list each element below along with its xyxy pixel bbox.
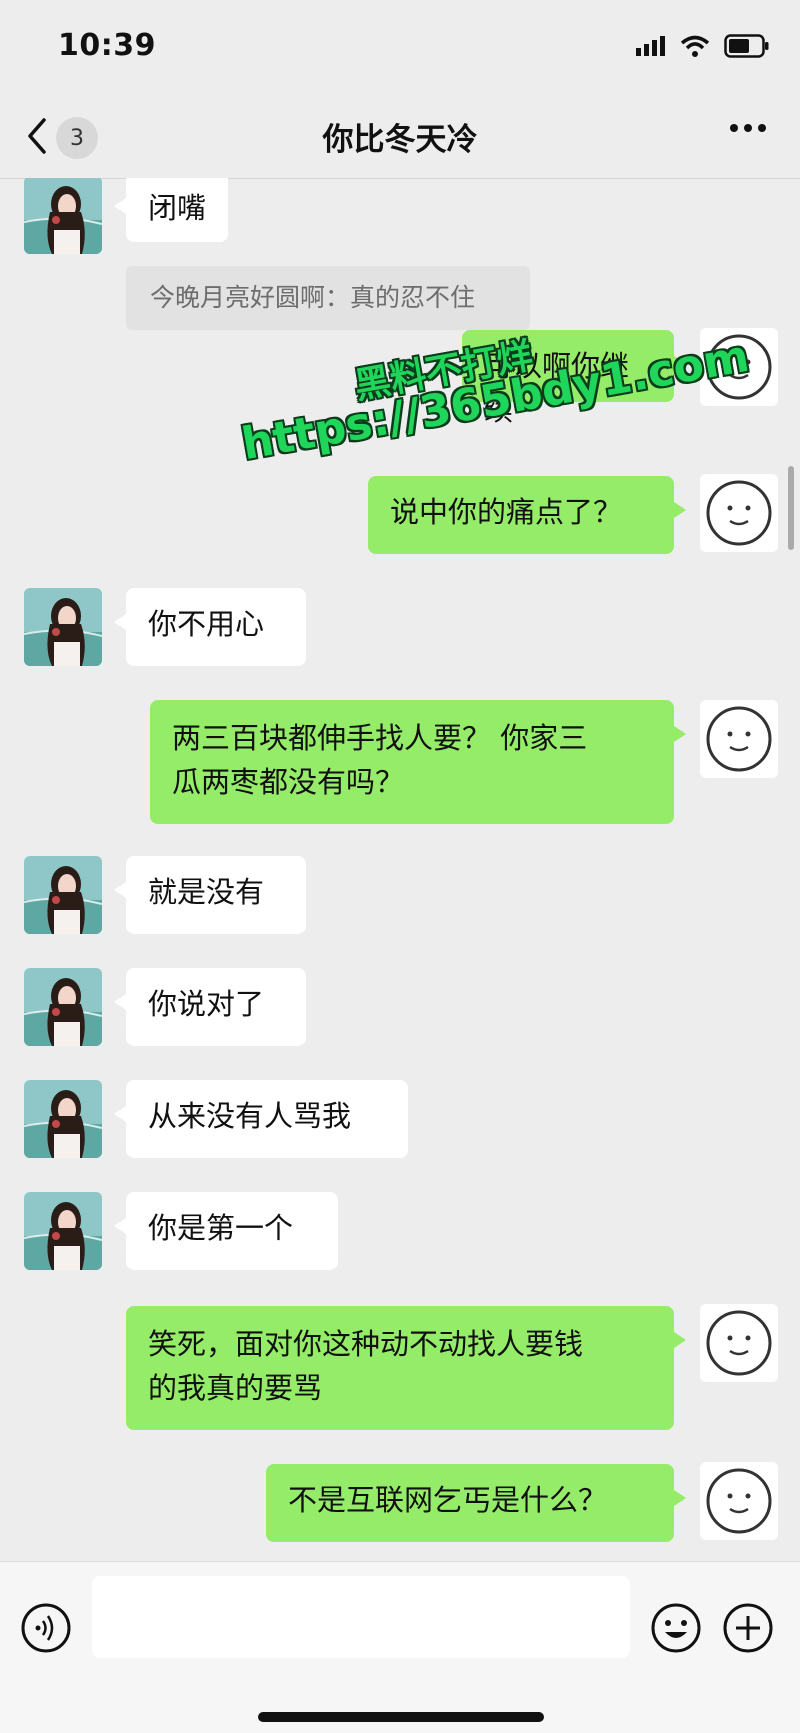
- avatar-her[interactable]: [24, 856, 102, 934]
- more-button[interactable]: [728, 120, 768, 140]
- avatar-her[interactable]: [24, 178, 102, 254]
- voice-button[interactable]: [20, 1602, 72, 1658]
- message-text-line: 笑死，面对你这种动不动找人要钱: [148, 1327, 584, 1361]
- message-text: 闭嘴: [148, 191, 207, 225]
- emoji-icon: [650, 1603, 702, 1658]
- input-bar: [0, 1561, 800, 1733]
- avatar-her[interactable]: [24, 1192, 102, 1270]
- avatar-me[interactable]: [700, 1304, 778, 1382]
- avatar-me[interactable]: [700, 700, 778, 778]
- more-icon: [728, 121, 768, 140]
- message-text: 你是第一个: [148, 1211, 294, 1245]
- plus-button[interactable]: [722, 1602, 774, 1658]
- message-bubble-in[interactable]: 从来没有人骂我: [114, 1080, 408, 1158]
- message-input[interactable]: [92, 1576, 630, 1658]
- voice-icon: [20, 1603, 72, 1658]
- message-bubble-in[interactable]: 闭嘴: [113, 178, 229, 242]
- message-bubble-out[interactable]: 两三百块都伸手找人要？ 你家三 瓜两枣都没有吗？: [150, 700, 686, 824]
- avatar-her[interactable]: [24, 1080, 102, 1158]
- chat-title: 你比冬天冷: [322, 122, 478, 158]
- message-bubble-in[interactable]: 你说对了: [114, 968, 306, 1046]
- message-text-line: 两三百块都伸手找人要？ 你家三: [172, 721, 588, 755]
- avatar-her[interactable]: [24, 968, 102, 1046]
- chat-header: 3 你比冬天冷: [0, 100, 800, 179]
- avatar-me[interactable]: [700, 474, 778, 552]
- message-text-line: 的我真的要骂: [148, 1371, 323, 1405]
- status-icons: [636, 34, 770, 62]
- signal-icon: [636, 36, 666, 60]
- message-bubble-in[interactable]: 你不用心: [114, 588, 306, 666]
- message-text-line: 瓜两枣都没有吗？: [172, 765, 405, 799]
- avatar-her[interactable]: [24, 588, 102, 666]
- message-text: 你说对了: [148, 987, 265, 1021]
- home-indicator[interactable]: [258, 1712, 544, 1722]
- wifi-icon: [680, 35, 710, 61]
- avatar-me[interactable]: [700, 1462, 778, 1540]
- message-bubble-out[interactable]: 不是互联网乞丐是什么？: [266, 1464, 686, 1542]
- emoji-button[interactable]: [650, 1602, 702, 1658]
- message-bubble-out[interactable]: 笑死，面对你这种动不动找人要钱 的我真的要骂: [126, 1306, 686, 1430]
- plus-icon: [722, 1603, 774, 1658]
- message-text: 就是没有: [148, 875, 265, 909]
- status-time: 10:39: [58, 28, 156, 63]
- message-text: 从来没有人骂我: [148, 1099, 352, 1133]
- message-bubble-out[interactable]: 说中你的痛点了？: [368, 476, 686, 554]
- quoted-message[interactable]: 今晚月亮好圆啊：真的忍不住: [126, 266, 530, 330]
- message-text: 不是互联网乞丐是什么？: [288, 1483, 608, 1517]
- status-bar: 10:39: [0, 0, 800, 100]
- message-text: 说中你的痛点了？: [390, 495, 623, 529]
- message-text: 你不用心: [148, 607, 265, 641]
- scrollbar[interactable]: [788, 466, 794, 550]
- battery-icon: [724, 34, 770, 62]
- message-bubble-in[interactable]: 你是第一个: [114, 1192, 338, 1270]
- message-bubble-in[interactable]: 就是没有: [114, 856, 306, 934]
